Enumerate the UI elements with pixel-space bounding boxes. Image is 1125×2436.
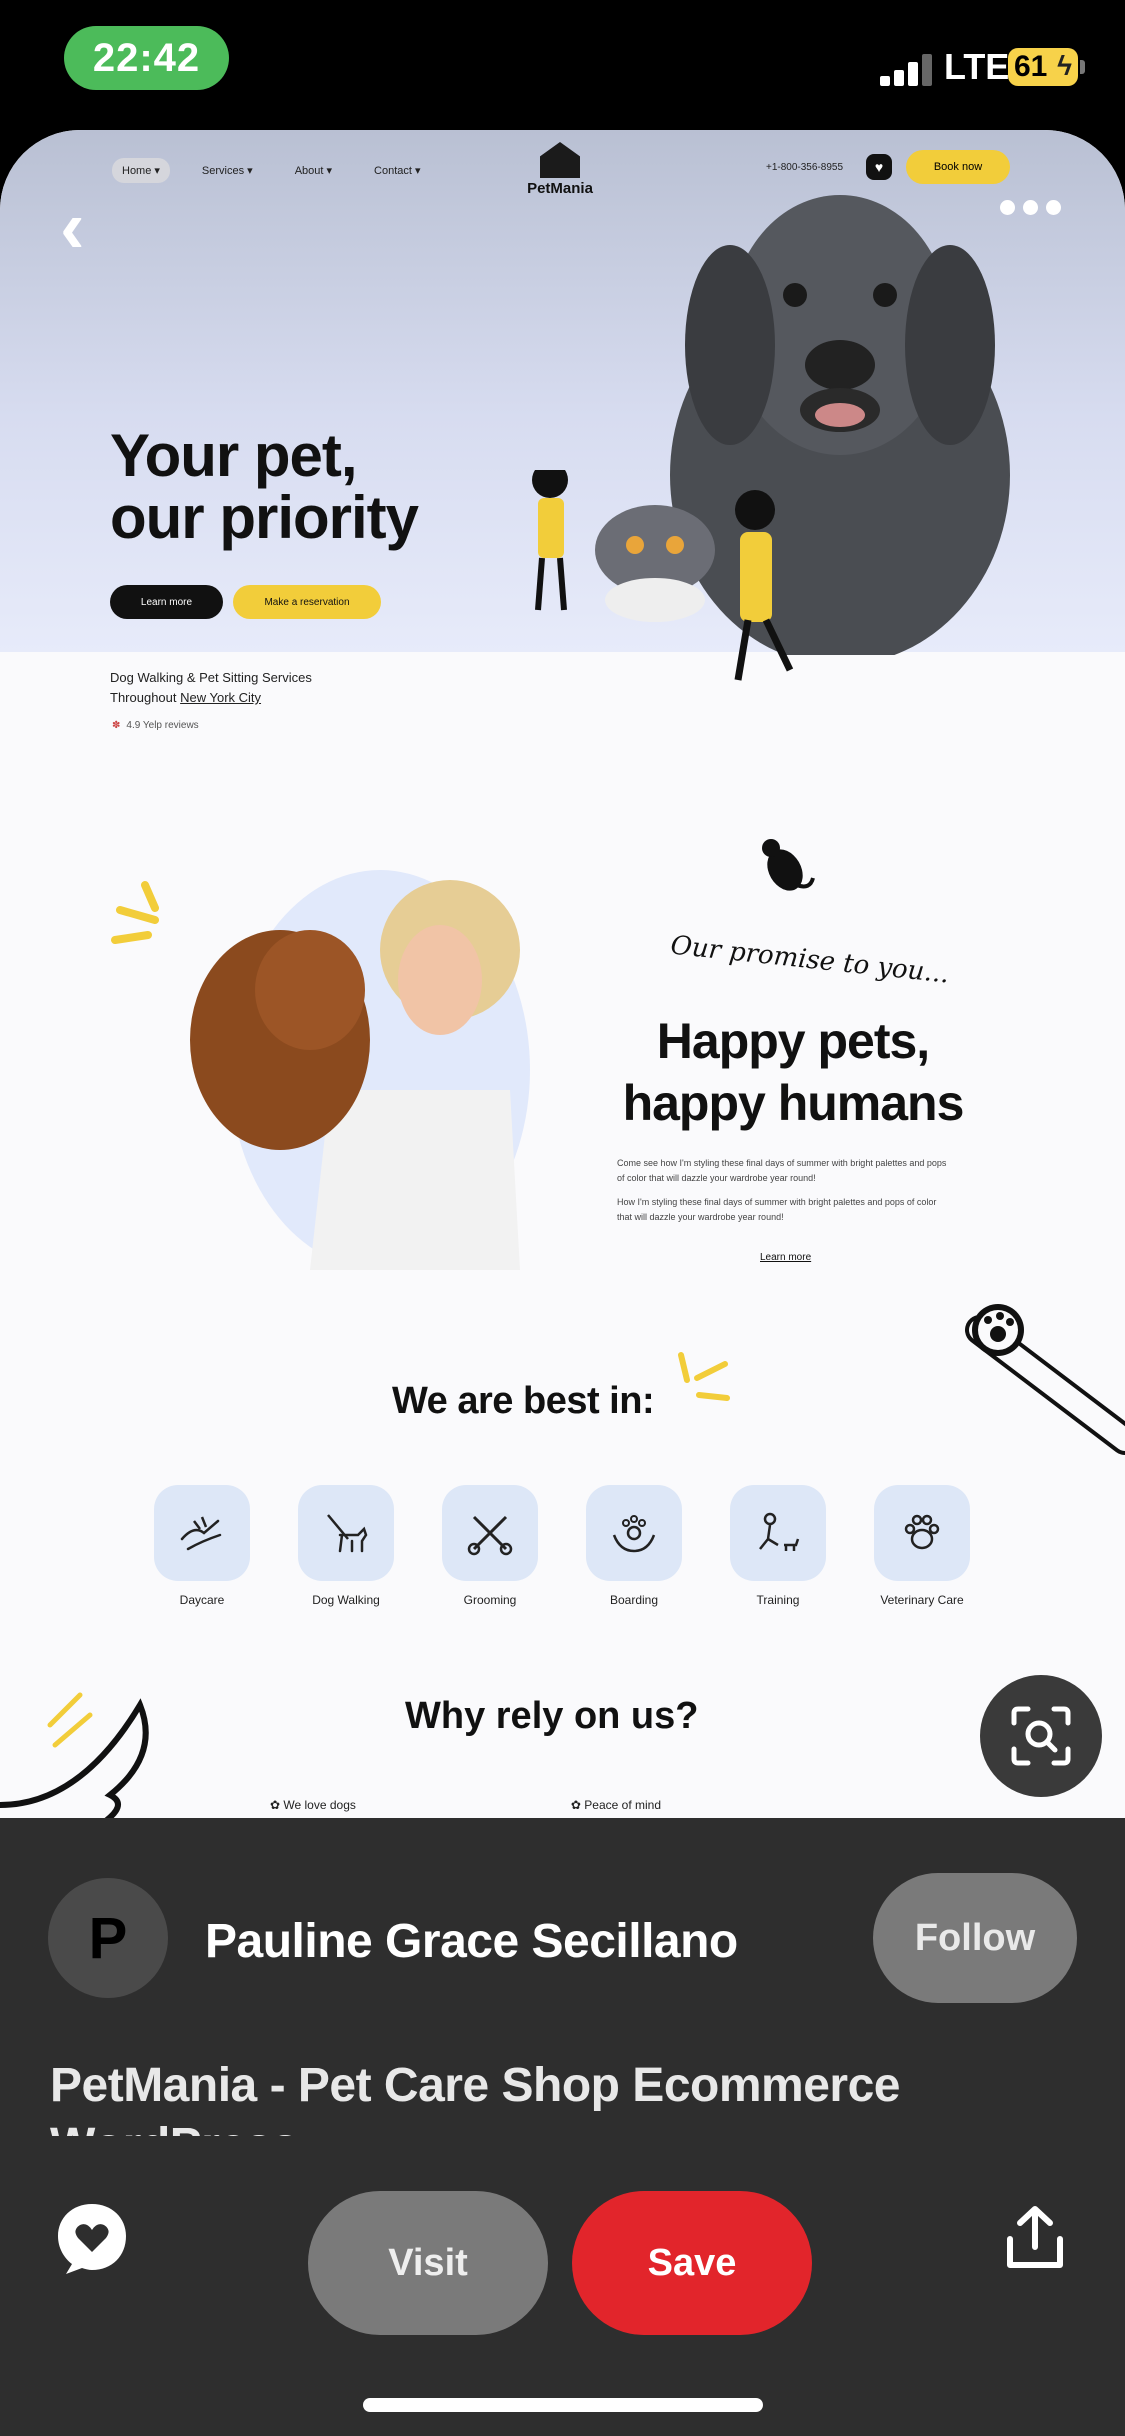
service-training: Training: [730, 1485, 826, 1607]
cat-illustration: [762, 839, 815, 891]
service-grooming: Grooming: [442, 1485, 538, 1607]
hero-title-line2: our priority: [110, 484, 419, 551]
battery-level: 61: [1014, 50, 1048, 83]
author-name[interactable]: Pauline Grace Secillano: [205, 1914, 738, 1969]
promise-title-line2: happy humans: [622, 1075, 965, 1131]
visual-search-button[interactable]: [980, 1675, 1102, 1797]
dog-walking-icon: [298, 1485, 394, 1581]
house-paw-icon: [540, 142, 580, 178]
paw-hands-icon: [586, 1485, 682, 1581]
why-items: We love dogs Peace of mind: [270, 1798, 661, 1812]
hero-title-line1: Your pet,: [110, 422, 358, 489]
hero-tagline: Dog Walking & Pet Sitting Services Throu…: [110, 668, 312, 708]
nav-services: Services ▾: [201, 165, 253, 177]
phone-number: +1-800-356-8955: [766, 162, 844, 173]
save-button[interactable]: Save: [572, 2191, 812, 2335]
signal-icon: [880, 52, 936, 86]
status-bar: 22:42 LTE 61 ϟ: [0, 0, 1125, 130]
battery-icon: 61 ϟ: [1008, 48, 1078, 86]
best-sparkle-icon: [678, 1352, 730, 1401]
lens-search-icon: [1011, 1706, 1071, 1766]
why-rely-title: Why rely on us?: [405, 1695, 699, 1737]
service-daycare: Daycare: [154, 1485, 250, 1607]
pin-title-wrap: PetMania - Pet Care Shop Ecommerce WordP…: [50, 2056, 1090, 2136]
status-time: 22:42: [64, 26, 229, 90]
promise-learn-more-link: Learn more: [760, 1252, 812, 1263]
service-label: Veterinary Care: [880, 1593, 964, 1607]
wing-illustration: [0, 1692, 149, 1818]
comment-heart-icon[interactable]: [52, 2198, 132, 2278]
share-icon[interactable]: [1000, 2203, 1070, 2273]
tagline-line1: Dog Walking & Pet Sitting Services: [110, 670, 312, 685]
follow-button[interactable]: Follow: [873, 1873, 1077, 2003]
promise-body: Come see how I'm styling these final day…: [617, 1156, 947, 1234]
woman-with-dog-photo: [190, 870, 530, 1270]
hero-title: Your pet, our priority: [110, 422, 419, 551]
best-in-title: We are best in:: [392, 1380, 655, 1422]
hands-icon: [154, 1485, 250, 1581]
service-veterinary-care: Veterinary Care: [874, 1485, 970, 1607]
battery-tip: [1080, 60, 1085, 74]
back-button[interactable]: ‹: [60, 190, 85, 264]
logo-text: PetMania: [527, 180, 593, 197]
pin-image[interactable]: Home ▾ Services ▾ About ▾ Contact ▾ PetM…: [0, 130, 1125, 1818]
why-item: We love dogs: [270, 1798, 356, 1812]
nav-about: About ▾: [294, 165, 333, 177]
why-item: Peace of mind: [571, 1798, 661, 1812]
training-icon: [730, 1485, 826, 1581]
promise-paragraph-2: How I'm styling these final days of summ…: [617, 1197, 937, 1222]
pin-details-sheet: P Pauline Grace Secillano Follow PetMani…: [0, 1818, 1125, 2436]
reservation-button: Make a reservation: [233, 585, 381, 619]
service-dog-walking: Dog Walking: [298, 1485, 394, 1607]
service-label: Dog Walking: [312, 1593, 380, 1607]
groomers-illustration: [532, 470, 794, 681]
learn-more-button: Learn more: [110, 585, 223, 619]
reviews-text: 4.9 Yelp reviews: [126, 720, 199, 731]
paw-arm-illustration: [965, 1304, 1125, 1455]
site-nav: Home ▾ Services ▾ About ▾ Contact ▾: [112, 158, 431, 183]
service-label: Daycare: [179, 1593, 225, 1607]
avatar[interactable]: P: [48, 1878, 168, 1998]
tagline-city-link: New York City: [180, 690, 262, 705]
service-label: Training: [756, 1593, 800, 1607]
promise-title: Happy pets, happy humans: [583, 1010, 1003, 1134]
petmania-logo: PetMania: [520, 142, 600, 197]
more-options-button[interactable]: [1000, 200, 1061, 215]
charging-icon: ϟ: [1057, 50, 1072, 81]
nav-home: Home ▾: [112, 158, 170, 183]
nav-contact: Contact ▾: [374, 165, 421, 177]
paw-icon: [874, 1485, 970, 1581]
services-row: Daycare Dog Walking Grooming Boarding Tr…: [154, 1485, 970, 1607]
yelp-icon: ✽: [112, 720, 121, 731]
service-label: Boarding: [609, 1593, 659, 1607]
scissors-comb-icon: [442, 1485, 538, 1581]
home-indicator[interactable]: [363, 2398, 763, 2412]
promise-kicker: Our promise to you...: [669, 930, 951, 990]
yelp-reviews: ✽ 4.9 Yelp reviews: [112, 720, 199, 731]
visit-button[interactable]: Visit: [308, 2191, 548, 2335]
promise-paragraph-1: Come see how I'm styling these final day…: [617, 1158, 947, 1183]
tagline-line2: Throughout New York City: [110, 688, 312, 708]
service-boarding: Boarding: [586, 1485, 682, 1607]
pin-title: PetMania - Pet Care Shop Ecommerce WordP…: [50, 2059, 900, 2136]
service-label: Grooming: [463, 1593, 517, 1607]
tagline-prefix: Throughout: [110, 690, 181, 705]
network-type: LTE: [944, 46, 1010, 87]
promise-title-line1: Happy pets,: [656, 1013, 930, 1069]
